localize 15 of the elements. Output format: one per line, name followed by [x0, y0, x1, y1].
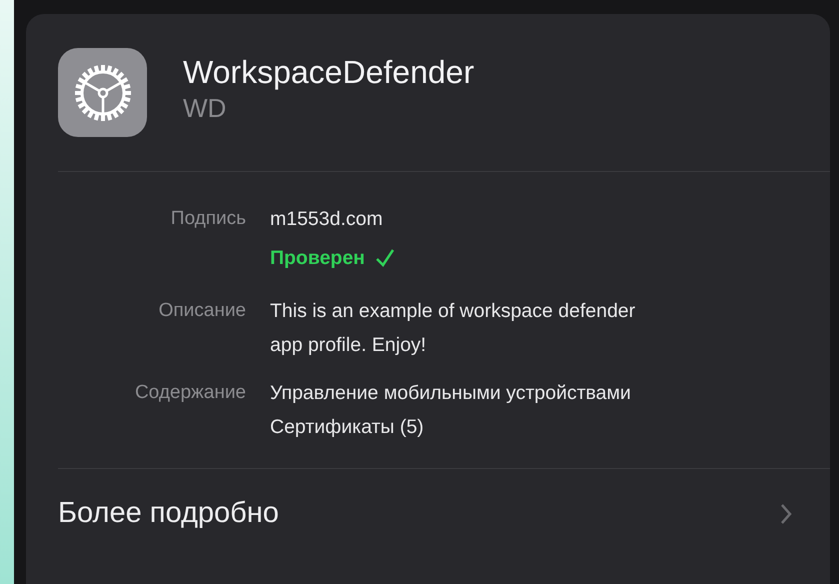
detail-value: Управление мобильными устройствами: [270, 381, 632, 406]
detail-value: m1553d.com: [270, 207, 384, 232]
detail-label: Описание: [158, 299, 246, 323]
chevron-right-icon: [780, 502, 792, 524]
profile-name: WorkspaceDefender: [183, 54, 474, 90]
more-details-row[interactable]: Более подробно: [58, 469, 830, 530]
detail-value: Сертификаты (5): [270, 415, 425, 440]
detail-value: app profile. Enjoy!: [270, 333, 428, 358]
checkmark-icon: [374, 248, 395, 268]
verification-status: Проверен: [270, 236, 830, 280]
more-details-label: Более подробно: [58, 497, 279, 530]
detail-value: This is an example of workspace defender: [270, 299, 636, 324]
profile-short-name: WD: [183, 92, 228, 124]
detail-label: Подпись: [170, 207, 246, 231]
detail-label: Содержание: [134, 381, 246, 405]
